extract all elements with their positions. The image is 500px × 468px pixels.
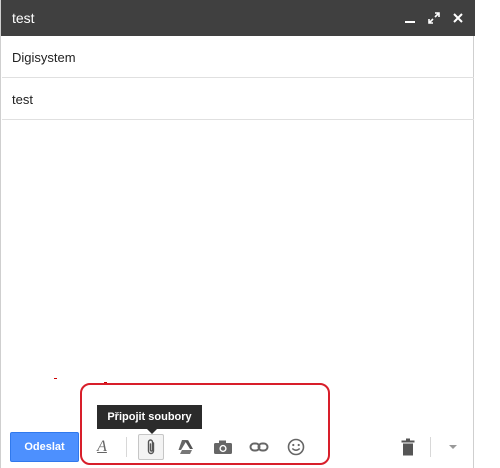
tooltip-arrow bbox=[147, 429, 157, 434]
attach-files-tooltip: Připojit soubory bbox=[97, 405, 202, 429]
stray-mark bbox=[104, 382, 107, 383]
link-icon bbox=[249, 442, 269, 452]
toolbar-divider bbox=[126, 437, 127, 457]
insert-link-button[interactable] bbox=[247, 436, 271, 458]
chevron-down-icon bbox=[449, 445, 457, 449]
close-icon bbox=[453, 13, 463, 23]
more-options-button[interactable] bbox=[441, 436, 465, 458]
minimize-icon bbox=[405, 21, 415, 23]
toolbar-divider bbox=[430, 437, 431, 457]
message-body[interactable] bbox=[2, 121, 474, 421]
formatting-button[interactable]: A bbox=[90, 436, 114, 458]
compose-title: test bbox=[12, 10, 35, 26]
expand-icon bbox=[428, 12, 440, 24]
discard-draft-button[interactable] bbox=[396, 436, 420, 458]
smiley-icon bbox=[287, 438, 305, 456]
close-button[interactable] bbox=[449, 9, 467, 27]
text-format-icon: A bbox=[97, 438, 107, 455]
camera-icon bbox=[214, 440, 232, 454]
popout-button[interactable] bbox=[425, 9, 443, 27]
subject-value[interactable]: test bbox=[12, 92, 33, 107]
trash-icon bbox=[401, 438, 415, 456]
paperclip-icon bbox=[147, 439, 155, 455]
stray-mark bbox=[54, 378, 57, 379]
recipient-value: Digisystem bbox=[12, 50, 76, 65]
compose-titlebar[interactable]: test bbox=[1, 0, 475, 36]
attach-files-button[interactable] bbox=[138, 434, 164, 460]
google-drive-button[interactable] bbox=[173, 436, 197, 458]
insert-emoticon-button[interactable] bbox=[284, 436, 308, 458]
compose-window: test Digisystem test Odeslat A Připojit … bbox=[0, 0, 475, 468]
minimize-button[interactable] bbox=[401, 9, 419, 27]
drive-icon bbox=[178, 440, 193, 454]
subject-field[interactable]: test bbox=[2, 78, 474, 120]
recipients-field[interactable]: Digisystem bbox=[2, 36, 474, 78]
insert-photo-button[interactable] bbox=[211, 436, 235, 458]
send-button[interactable]: Odeslat bbox=[10, 432, 79, 462]
